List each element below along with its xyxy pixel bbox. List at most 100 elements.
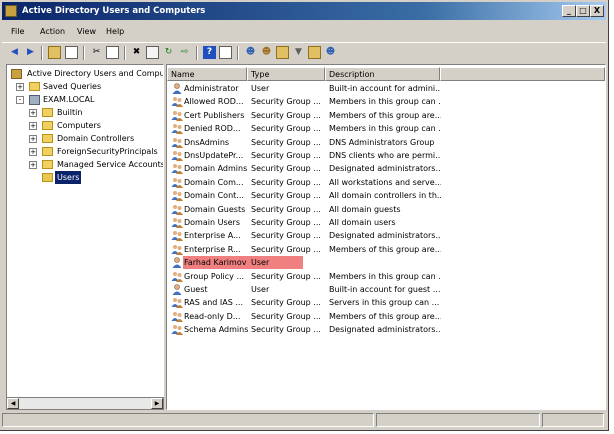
toolbar-separator (124, 46, 126, 60)
export-icon[interactable]: ⇨ (178, 46, 191, 59)
toolbar: ◀ ▶ ✂ ✖ ↻ ⇨ ? ☻ ☻ ▼ ☻ (2, 42, 606, 63)
expand-icon[interactable]: + (29, 161, 37, 169)
tree-root-label: Active Directory Users and Comput (27, 69, 164, 78)
cell-name: Read-only D... (184, 311, 241, 321)
maximize-button[interactable]: □ (576, 5, 590, 17)
list-item[interactable]: RAS and IAS ... Security Group ... Servers… (169, 296, 603, 309)
tree-item-label: Managed Service Accounts (57, 160, 164, 169)
cell-description: All domain users (329, 218, 396, 227)
help-icon[interactable]: ? (203, 46, 216, 59)
close-button[interactable]: X (590, 5, 604, 17)
list-item[interactable]: Domain Com... Security Group ... All works… (169, 176, 603, 189)
menu-help[interactable]: Help (106, 27, 124, 36)
menu-view[interactable]: View (77, 27, 96, 36)
cell-description: All domain guests (329, 204, 401, 214)
cell-name: DnsUpdatePr... (184, 151, 244, 160)
cell-type: Security Group ... (251, 110, 321, 120)
expand-icon[interactable]: + (29, 148, 37, 156)
menu-file[interactable]: File (11, 27, 24, 36)
cell-type: Security Group ... (251, 151, 321, 160)
expand-icon[interactable]: + (29, 122, 37, 130)
group-icon (171, 217, 183, 228)
folder-icon (42, 160, 53, 169)
cell-description: Members of this group are... (329, 244, 441, 254)
list-item[interactable]: DnsAdmins Security Group ... DNS Administr… (169, 136, 603, 149)
user-icon (171, 257, 183, 269)
tree-item-label: Computers (57, 121, 101, 130)
cell-type: Security Group ... (251, 325, 321, 335)
list-item[interactable]: Enterprise A... Security Group ... Designa… (169, 229, 603, 242)
list-item[interactable]: Administrator User Built-in account for ad… (169, 82, 603, 95)
list-item[interactable]: Allowed ROD... Security Group ... Members … (169, 95, 603, 108)
cell-type: Security Group ... (251, 124, 321, 134)
list-item[interactable]: Domain Users Security Group ... All domain… (169, 216, 603, 229)
cell-name: Domain Guests (184, 204, 246, 214)
new-user-icon[interactable]: ☻ (244, 46, 257, 59)
expand-icon[interactable]: + (29, 109, 37, 117)
toolbar-separator (83, 46, 85, 60)
list-pane[interactable]: Name Type Description Administrator User B… (166, 64, 606, 410)
new-ou-icon[interactable] (276, 46, 289, 59)
list-item[interactable]: DnsUpdatePr... Security Group ... DNS clie… (169, 149, 603, 162)
list-item[interactable]: Domain Admins Security Group ... Designate… (169, 162, 603, 175)
cell-type: Security Group ... (251, 97, 321, 107)
list-item[interactable]: Schema Admins Security Group ... Designate… (169, 323, 603, 336)
delete-icon[interactable]: ✖ (130, 46, 143, 59)
show-hide-tree-icon[interactable] (65, 46, 78, 59)
expand-icon[interactable]: + (16, 83, 24, 91)
tree-item-label: Saved Queries (43, 82, 102, 91)
list-item[interactable]: Enterprise R... Security Group ... Members… (169, 243, 603, 256)
cell-description: Designated administrators... (329, 325, 441, 335)
scroll-right-icon[interactable]: ▶ (151, 398, 163, 409)
copy-icon[interactable] (106, 46, 119, 59)
properties-icon[interactable] (146, 46, 159, 59)
cell-type: User (251, 84, 270, 93)
folder-icon (42, 147, 53, 156)
group-icon (171, 244, 183, 255)
user-icon (171, 83, 183, 94)
group-icon (171, 163, 183, 175)
expand-icon[interactable]: + (29, 135, 37, 143)
cell-description: All domain controllers in th... (329, 191, 441, 201)
cell-description: Designated administrators... (329, 164, 441, 174)
tree-item-label: Domain Controllers (57, 134, 135, 143)
refresh-icon[interactable]: ↻ (162, 46, 175, 59)
tree-horizontal-scrollbar[interactable]: ◀ ▶ (6, 397, 164, 410)
title-bar[interactable]: Active Directory Users and Computers _ □… (2, 2, 606, 20)
menu-bar: File Action View Help (2, 24, 606, 40)
scroll-left-icon[interactable]: ◀ (7, 398, 19, 409)
list-item[interactable]: Read-only D... Security Group ... Members … (169, 310, 603, 323)
list-item[interactable]: Group Policy ... Security Group ... Member… (169, 270, 603, 283)
minimize-button[interactable]: _ (562, 5, 576, 17)
tree-pane[interactable]: Active Directory Users and Comput + Save… (6, 64, 164, 410)
column-header-description[interactable]: Description (325, 67, 440, 81)
list-item[interactable]: Domain Cont... Security Group ... All doma… (169, 189, 603, 202)
collapse-icon[interactable]: - (16, 96, 24, 104)
find-icon[interactable]: ☻ (324, 46, 337, 59)
cell-description: Members of this group are... (329, 110, 441, 120)
cell-name: Administrator (184, 84, 239, 93)
column-header-name[interactable]: Name (167, 67, 247, 81)
add-to-group-icon[interactable] (308, 46, 321, 59)
up-icon[interactable] (48, 46, 61, 59)
list-item[interactable]: Cert Publishers Security Group ... Members… (169, 109, 603, 122)
menu-action[interactable]: Action (40, 27, 65, 36)
filter-icon[interactable]: ▼ (292, 46, 305, 59)
console-icon[interactable] (219, 46, 232, 59)
list-item[interactable]: Farhad Karimov User (169, 256, 603, 270)
cell-name: Cert Publishers (184, 110, 245, 120)
list-item[interactable]: Denied ROD... Security Group ... Members i… (169, 122, 603, 135)
cut-icon[interactable]: ✂ (90, 46, 103, 59)
cell-description: Built-in account for admini... (329, 84, 441, 93)
back-icon[interactable]: ◀ (8, 46, 21, 59)
ou-folder-icon (42, 134, 53, 143)
column-header-type[interactable]: Type (247, 67, 325, 81)
list-item[interactable]: Domain Guests Security Group ... All domai… (169, 203, 603, 216)
list-item[interactable]: Guest User Built-in account for guest ... (169, 283, 603, 296)
forward-icon[interactable]: ▶ (24, 46, 37, 59)
cell-type: Security Group ... (251, 164, 321, 174)
cell-type: Security Group ... (251, 271, 321, 281)
cell-type: Security Group ... (251, 218, 321, 227)
cell-name: Domain Admins (184, 164, 248, 174)
new-group-icon[interactable]: ☻ (260, 46, 273, 59)
